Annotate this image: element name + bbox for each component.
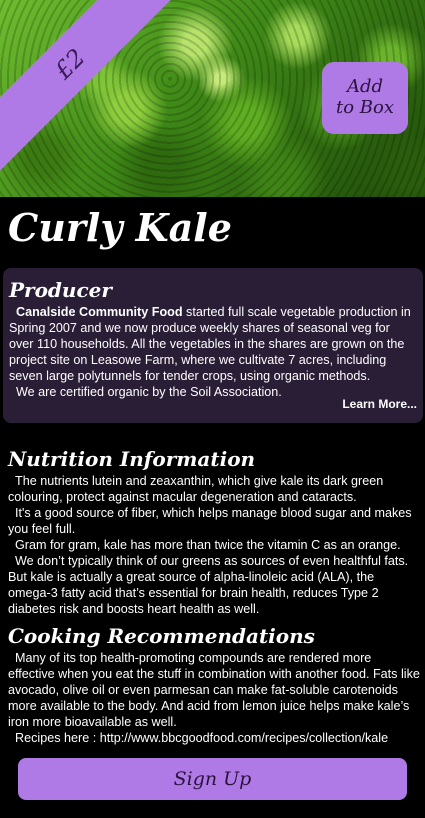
cooking-section: Cooking Recommendations Many of its top … — [8, 624, 420, 746]
nutrition-paragraph: It's a good source of fiber, which helps… — [8, 505, 420, 537]
certification-text: We are certified organic by the Soil Ass… — [16, 385, 282, 399]
nutrition-text-3: Gram for gram, kale has more than twice … — [15, 538, 401, 552]
nutrition-paragraph: The nutrients lutein and zeaxanthin, whi… — [8, 473, 420, 505]
add-to-box-label-line2: to Box — [335, 97, 394, 118]
price-label: £2 — [49, 43, 91, 85]
recipes-link-text: Recipes here : http://www.bbcgoodfood.co… — [15, 731, 389, 745]
nutrition-text-2: It's a good source of fiber, which helps… — [8, 506, 412, 536]
cooking-heading: Cooking Recommendations — [8, 624, 315, 648]
learn-more-link[interactable]: Learn More... — [342, 397, 417, 411]
nutrition-section: Nutrition Information The nutrients lute… — [8, 447, 420, 617]
add-to-box-button[interactable]: Add to Box — [322, 62, 408, 134]
producer-heading: Producer — [9, 278, 112, 302]
cooking-text-1: Many of its top health-promoting compoun… — [8, 651, 420, 729]
nutrition-heading: Nutrition Information — [8, 447, 256, 471]
nutrition-text-1: The nutrients lutein and zeaxanthin, whi… — [8, 474, 384, 504]
nutrition-paragraph: Gram for gram, kale has more than twice … — [8, 537, 420, 553]
producer-name: Canalside Community Food — [16, 305, 183, 319]
producer-panel: Producer Canalside Community Food starte… — [3, 268, 423, 423]
product-title: Curly Kale — [8, 205, 232, 250]
sign-up-button[interactable]: Sign Up — [18, 758, 407, 800]
add-to-box-label-line1: Add — [346, 76, 384, 98]
producer-description: Canalside Community Food started full sc… — [9, 304, 417, 384]
cooking-paragraph: Many of its top health-promoting compoun… — [8, 650, 420, 730]
nutrition-text-4: We don’t typically think of our greens a… — [8, 554, 409, 616]
recipes-paragraph: Recipes here : http://www.bbcgoodfood.co… — [8, 730, 420, 746]
nutrition-paragraph: We don’t typically think of our greens a… — [8, 553, 420, 617]
